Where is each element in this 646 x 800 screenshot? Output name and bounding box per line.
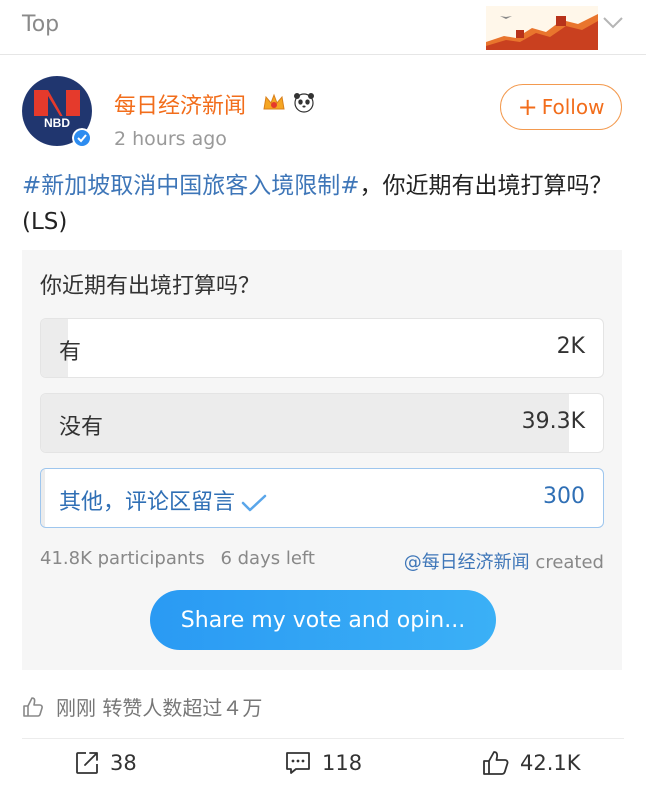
poll-creator-handle[interactable]: @每日经济新闻 [404,552,530,573]
poll-creator-suffix: created [535,552,604,573]
poll-question: 你近期有出境打算吗？ [40,274,261,299]
comment-count: 118 [322,751,363,775]
comment-button[interactable]: 118 [284,750,362,776]
like-button[interactable]: 42.1K [482,750,581,776]
divider [22,738,624,739]
checkmark-icon [241,494,267,512]
poll-card: 你近期有出境打算吗？ 有 2K 没有 39.3K 其他，评论区留言 300 41… [22,250,622,670]
repost-count: 38 [110,751,137,775]
follow-label: Follow [541,95,605,119]
poll-option-label: 其他，评论区留言 [59,484,267,516]
post-time: 2 hours ago [114,128,227,150]
repost-icon [76,752,98,774]
top-bar: Top [0,0,646,52]
repost-button[interactable]: 38 [74,750,137,776]
poll-option-fill [41,469,45,527]
poll-option-text: 其他，评论区留言 [59,490,236,515]
poll-option-count: 300 [543,484,585,509]
verified-badge-icon [72,128,92,148]
plus-icon: + [517,93,538,121]
poll-option-count: 2K [556,334,585,359]
poll-option[interactable]: 没有 39.3K [40,393,604,453]
follow-button[interactable]: + Follow [500,84,622,130]
chevron-down-icon[interactable] [602,16,624,30]
avatar-text: NBD [44,116,70,130]
like-count: 42.1K [520,751,581,775]
share-vote-button[interactable]: Share my vote and opin... [150,590,496,650]
poll-option-fill [41,394,570,452]
poll-participants: 41.8K participants [40,548,205,569]
thumbs-up-icon [483,751,509,775]
user-badges [262,88,316,113]
thumbs-up-outline-icon [23,696,43,717]
panda-icon [294,92,315,113]
hashtag-link[interactable]: #新加坡取消中国旅客入境限制# [22,173,360,199]
crown-icon [263,93,285,109]
divider [0,54,646,55]
like-info: 刚刚 转赞人数超过４万 [22,692,262,721]
username[interactable]: 每日经济新闻 [114,88,246,120]
comment-icon [286,752,310,774]
poll-creator: @每日经济新闻 created [404,548,604,574]
poll-days-left: 6 days left [220,548,315,569]
top-label: Top [22,12,60,37]
post-text: #新加坡取消中国旅客入境限制#，你近期有出境打算吗？(LS) [22,168,622,240]
poll-option-count: 39.3K [521,409,585,434]
poll-option[interactable]: 有 2K [40,318,604,378]
like-info-text: 刚刚 转赞人数超过４万 [56,696,263,720]
poll-option-label: 有 [59,340,82,365]
poll-option-selected[interactable]: 其他，评论区留言 300 [40,468,604,528]
great-wall-banner-icon [486,6,598,50]
poll-meta: 41.8K participants 6 days left [40,548,315,569]
poll-option-label: 没有 [59,415,104,440]
